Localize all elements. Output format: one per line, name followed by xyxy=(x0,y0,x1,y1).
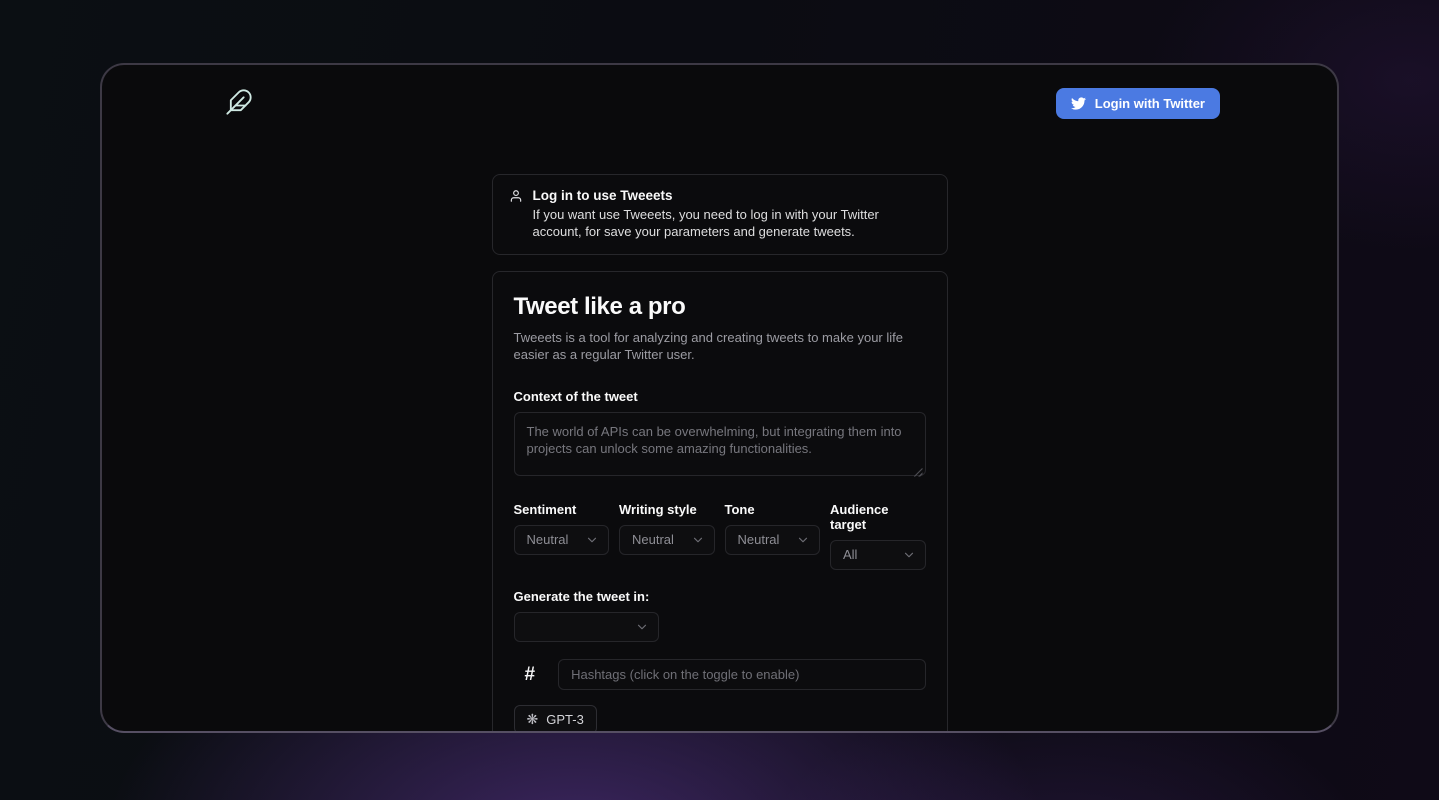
app-window: Login with Twitter Log in to use Tweeets… xyxy=(100,63,1339,733)
login-button-label: Login with Twitter xyxy=(1095,96,1205,111)
select-row: Sentiment Neutral Writing style Neutral xyxy=(514,502,926,570)
language-select[interactable] xyxy=(514,612,659,642)
writing-style-select[interactable]: Neutral xyxy=(619,525,715,555)
context-textarea-wrap xyxy=(514,412,926,481)
sentiment-label: Sentiment xyxy=(514,502,610,517)
context-label: Context of the tweet xyxy=(514,389,926,404)
sentiment-field: Sentiment Neutral xyxy=(514,502,610,570)
user-icon xyxy=(509,189,523,208)
sentiment-select-value: Neutral xyxy=(527,532,569,547)
audience-target-select[interactable]: All xyxy=(830,540,926,570)
chevron-down-icon xyxy=(691,533,705,547)
tone-field: Tone Neutral xyxy=(725,502,821,570)
chevron-down-icon xyxy=(796,533,810,547)
audience-target-label: Audience target xyxy=(830,502,926,532)
chevron-down-icon xyxy=(585,533,599,547)
feather-logo-icon[interactable] xyxy=(225,88,253,116)
chevron-down-icon xyxy=(635,620,649,634)
hashtags-row: # xyxy=(514,659,926,690)
audience-target-select-value: All xyxy=(843,547,857,562)
tone-select[interactable]: Neutral xyxy=(725,525,821,555)
gpt3-badge-label: GPT-3 xyxy=(546,712,584,727)
main-content-column: Log in to use Tweeets If you want use Tw… xyxy=(492,174,948,733)
notice-title: Log in to use Tweeets xyxy=(533,188,931,203)
tone-select-value: Neutral xyxy=(738,532,780,547)
page-title: Tweet like a pro xyxy=(514,293,926,321)
openai-icon: ❋ xyxy=(527,712,539,726)
writing-style-field: Writing style Neutral xyxy=(619,502,715,570)
writing-style-select-value: Neutral xyxy=(632,532,674,547)
page-subtitle: Tweeets is a tool for analyzing and crea… xyxy=(514,329,926,363)
gpt3-model-badge[interactable]: ❋ GPT-3 xyxy=(514,705,597,733)
writing-style-label: Writing style xyxy=(619,502,715,517)
tweet-form-card: Tweet like a pro Tweeets is a tool for a… xyxy=(492,271,948,733)
audience-target-field: Audience target All xyxy=(830,502,926,570)
login-with-twitter-button[interactable]: Login with Twitter xyxy=(1056,88,1220,119)
login-notice-card: Log in to use Tweeets If you want use Tw… xyxy=(492,174,948,255)
chevron-down-icon xyxy=(902,548,916,562)
notice-body: If you want use Tweeets, you need to log… xyxy=(533,207,931,240)
context-textarea[interactable] xyxy=(514,412,926,476)
language-label: Generate the tweet in: xyxy=(514,589,926,604)
hashtag-toggle-icon[interactable]: # xyxy=(525,665,536,684)
notice-text-block: Log in to use Tweeets If you want use Tw… xyxy=(533,188,931,240)
twitter-icon xyxy=(1071,96,1086,111)
hashtags-input[interactable] xyxy=(558,659,925,690)
sentiment-select[interactable]: Neutral xyxy=(514,525,610,555)
tone-label: Tone xyxy=(725,502,821,517)
